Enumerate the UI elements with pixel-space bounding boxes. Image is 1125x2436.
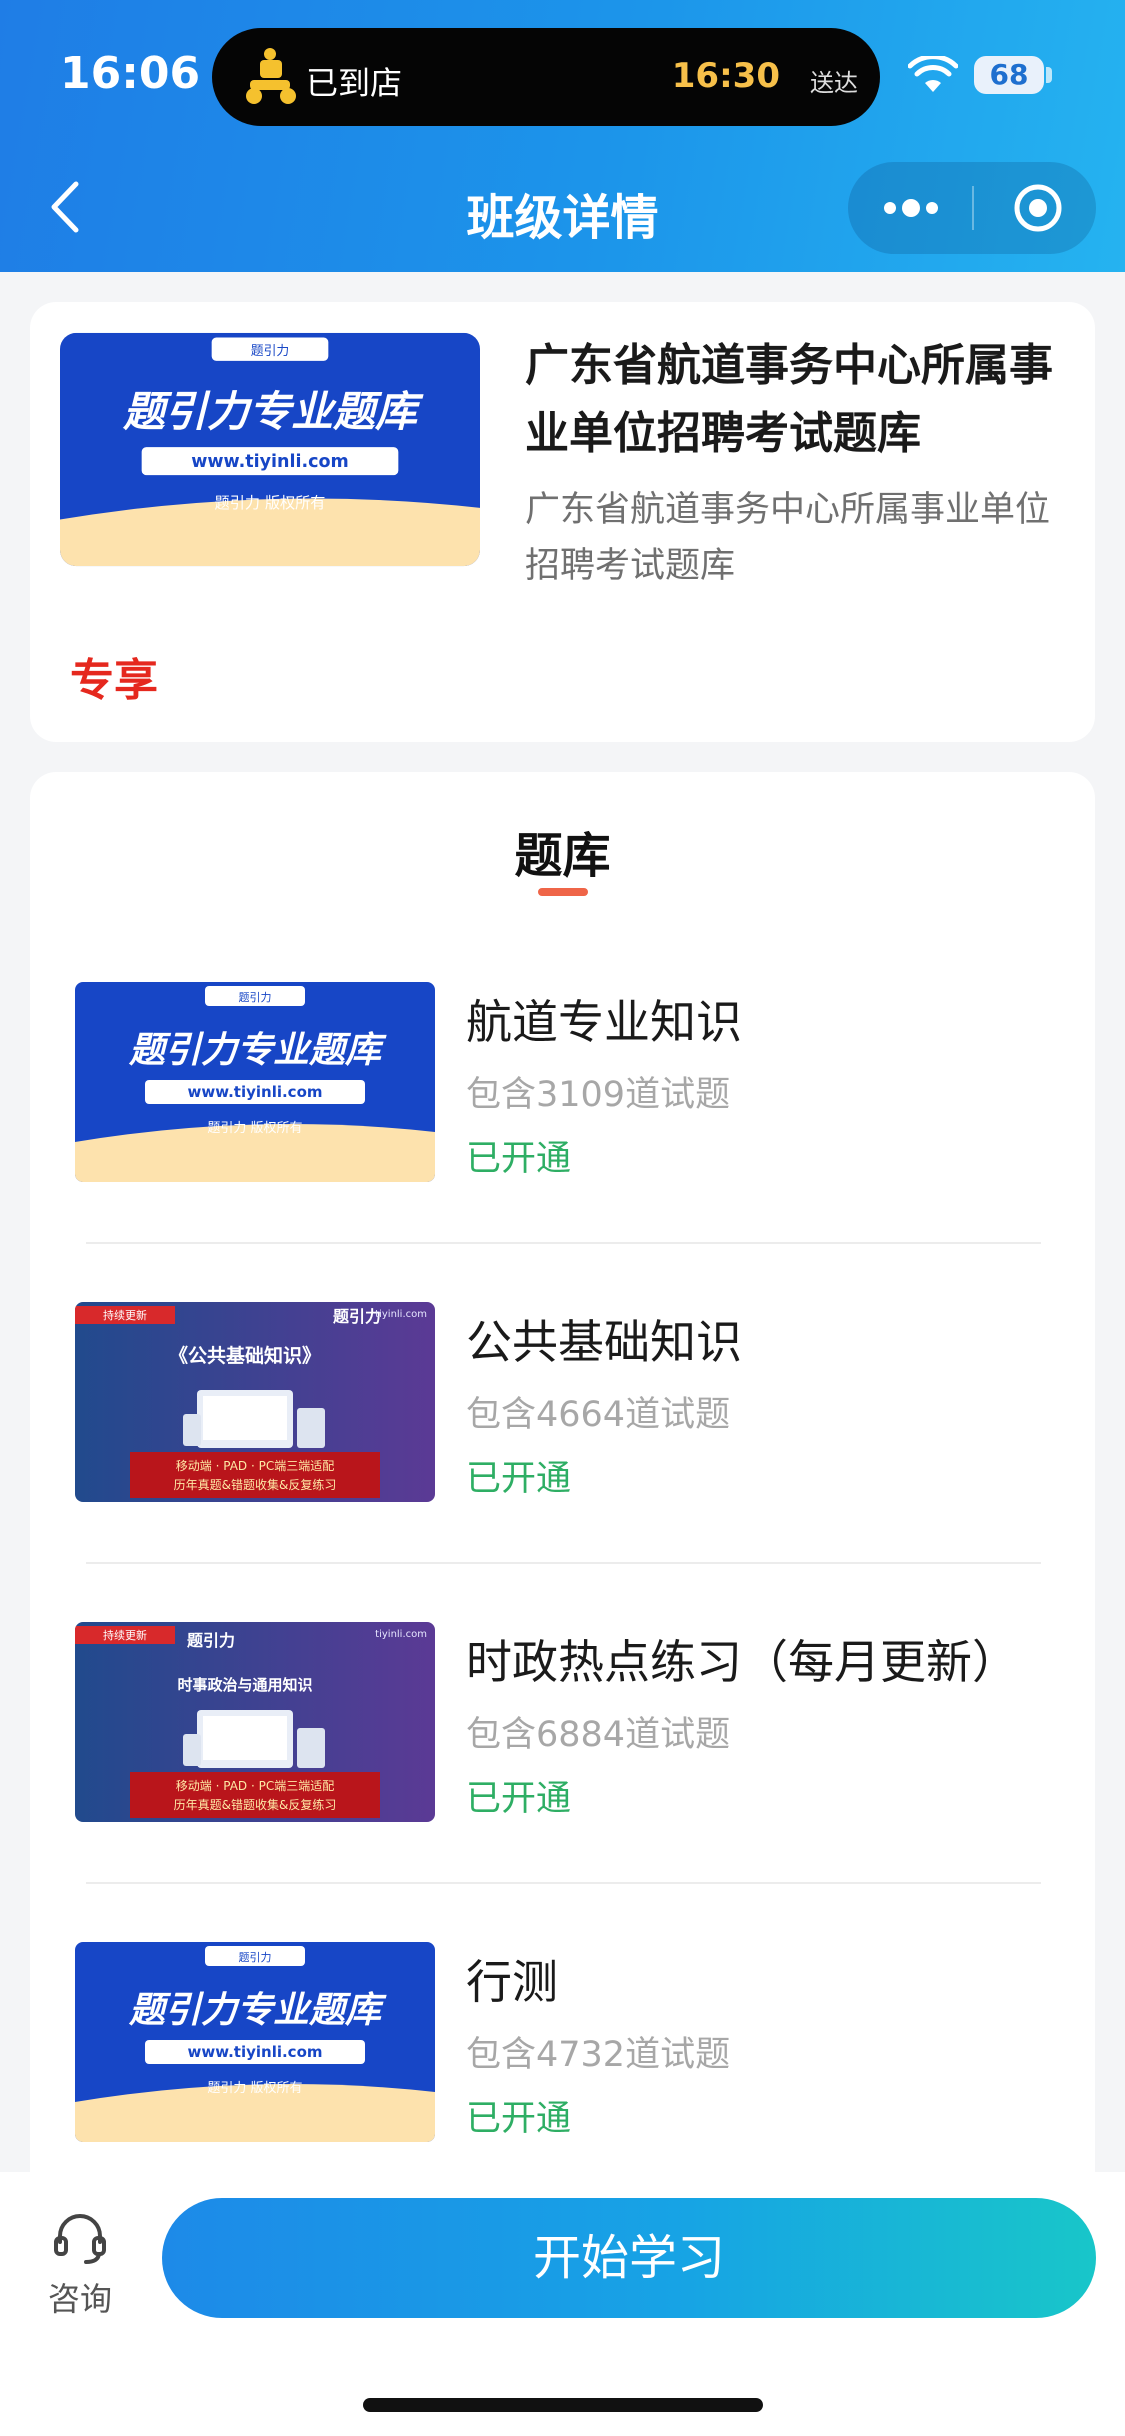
question-bank-section: 题库 题引力 题引力专业题库 www.tiyinli.com 题引力 版权所有 … — [30, 772, 1095, 2172]
bank-item[interactable]: 题引力 题引力专业题库 www.tiyinli.com 题引力 版权所有 行测 … — [30, 1942, 1095, 2172]
bank-question-count: 包含4664道试题 — [466, 1395, 731, 1435]
bank-cover-image: 持续更新 题引力 tiyinli.com 时事政治与通用知识 移动端 · PAD… — [75, 1622, 435, 1822]
thumb-footer: 题引力 版权所有 — [207, 2080, 302, 2096]
bank-question-count: 包含4732道试题 — [466, 2035, 731, 2075]
course-card: 题引力 题引力专业题库 www.tiyinli.com 题引力 版权所有 广东省… — [30, 302, 1095, 742]
consult-label[interactable]: 咨询 — [48, 2274, 112, 2320]
thumb-url: www.tiyinli.com — [191, 452, 349, 472]
more-icon[interactable] — [878, 188, 944, 228]
close-target-icon[interactable] — [1012, 182, 1064, 234]
thumb-tag: 持续更新 — [103, 1628, 147, 1642]
thumb-site: tiyinli.com — [375, 1309, 427, 1320]
thumb-line1: 移动端 · PAD · PC端三端适配 — [176, 1459, 334, 1473]
course-cover-image: 题引力 题引力专业题库 www.tiyinli.com 题引力 版权所有 — [60, 332, 480, 567]
thumb-line2: 历年真题&错题收集&反复练习 — [174, 1477, 337, 1492]
bank-name: 时政热点练习（每月更新） — [466, 1635, 1018, 1689]
item-divider — [86, 1882, 1041, 1884]
thumb-headline: 题引力专业题库 — [122, 387, 424, 436]
live-activity-island[interactable]: 已到店 16:30 送达 — [212, 28, 880, 126]
thumb-line1: 移动端 · PAD · PC端三端适配 — [176, 1779, 334, 1793]
home-indicator — [363, 2398, 763, 2412]
thumb-logo-text: 题引力 — [239, 990, 272, 1004]
wifi-icon — [908, 56, 958, 92]
bank-status: 已开通 — [466, 1459, 572, 1499]
section-title: 题库 — [514, 828, 611, 884]
battery-indicator: 68 — [974, 56, 1044, 94]
bank-item[interactable]: 持续更新 题引力 tiyinli.com 时事政治与通用知识 移动端 · PAD… — [30, 1622, 1095, 1942]
thumb-brand: 题引力 — [333, 1307, 381, 1326]
thumb-url: www.tiyinli.com — [187, 1083, 322, 1101]
exclusive-badge: 专享 — [70, 655, 158, 706]
start-learning-button[interactable]: 开始学习 — [162, 2198, 1096, 2318]
bank-status: 已开通 — [466, 1779, 572, 1819]
thumb-url: www.tiyinli.com — [187, 2043, 322, 2061]
item-divider — [86, 1562, 1041, 1564]
thumb-footer: 题引力 版权所有 — [215, 494, 326, 512]
thumb-logo-text: 题引力 — [239, 1950, 272, 1964]
thumb-site: tiyinli.com — [375, 1629, 427, 1640]
thumb-logo-text: 题引力 — [251, 344, 289, 359]
thumb-footer: 题引力 版权所有 — [207, 1120, 302, 1136]
bank-question-count: 包含3109道试题 — [466, 1075, 731, 1115]
status-time: 16:06 — [60, 48, 201, 99]
thumb-headline: 题引力专业题库 — [128, 1990, 387, 2031]
delivery-sub-label: 送达 — [810, 69, 858, 97]
headset-icon[interactable] — [52, 2210, 108, 2266]
thumb-headline: 题引力专业题库 — [128, 1030, 387, 1071]
thumb-brand: 题引力 — [187, 1631, 235, 1650]
thumb-headline: 《公共基础知识》 — [169, 1344, 321, 1367]
bank-name: 航道专业知识 — [466, 995, 742, 1049]
thumb-tag: 持续更新 — [103, 1308, 147, 1322]
bank-cover-image: 题引力 题引力专业题库 www.tiyinli.com 题引力 版权所有 — [75, 1942, 435, 2142]
bottom-action-bar: 咨询 开始学习 — [0, 2172, 1125, 2436]
course-title: 广东省航道事务中心所属事业单位招聘考试题库 — [525, 340, 1053, 459]
bank-item[interactable]: 题引力 题引力专业题库 www.tiyinli.com 题引力 版权所有 航道专… — [30, 982, 1095, 1302]
bank-name: 行测 — [466, 1955, 558, 2009]
delivery-status: 已到店 — [306, 64, 403, 102]
course-description: 广东省航道事务中心所属事业单位招聘考试题库 — [525, 490, 1051, 586]
battery-tip — [1046, 67, 1052, 83]
thumb-headline: 时事政治与通用知识 — [177, 1676, 312, 1694]
delivery-time: 16:30 — [671, 56, 780, 96]
bank-question-count: 包含6884道试题 — [466, 1715, 731, 1755]
header: 16:06 已到店 16:30 送达 68 班级详情 — [0, 0, 1125, 272]
bank-status: 已开通 — [466, 1139, 572, 1179]
capsule-divider — [972, 186, 974, 230]
section-title-underline — [538, 888, 588, 896]
thumb-line2: 历年真题&错题收集&反复练习 — [174, 1797, 337, 1812]
bank-cover-image: 持续更新 题引力 tiyinli.com 《公共基础知识》 移动端 · PAD … — [75, 1302, 435, 1502]
delivery-scooter-icon — [246, 48, 296, 104]
bank-status: 已开通 — [466, 2099, 572, 2139]
item-divider — [86, 1242, 1041, 1244]
bank-cover-image: 题引力 题引力专业题库 www.tiyinli.com 题引力 版权所有 — [75, 982, 435, 1182]
bank-name: 公共基础知识 — [466, 1315, 742, 1369]
mini-program-capsule — [848, 162, 1096, 254]
bank-item[interactable]: 持续更新 题引力 tiyinli.com 《公共基础知识》 移动端 · PAD … — [30, 1302, 1095, 1622]
